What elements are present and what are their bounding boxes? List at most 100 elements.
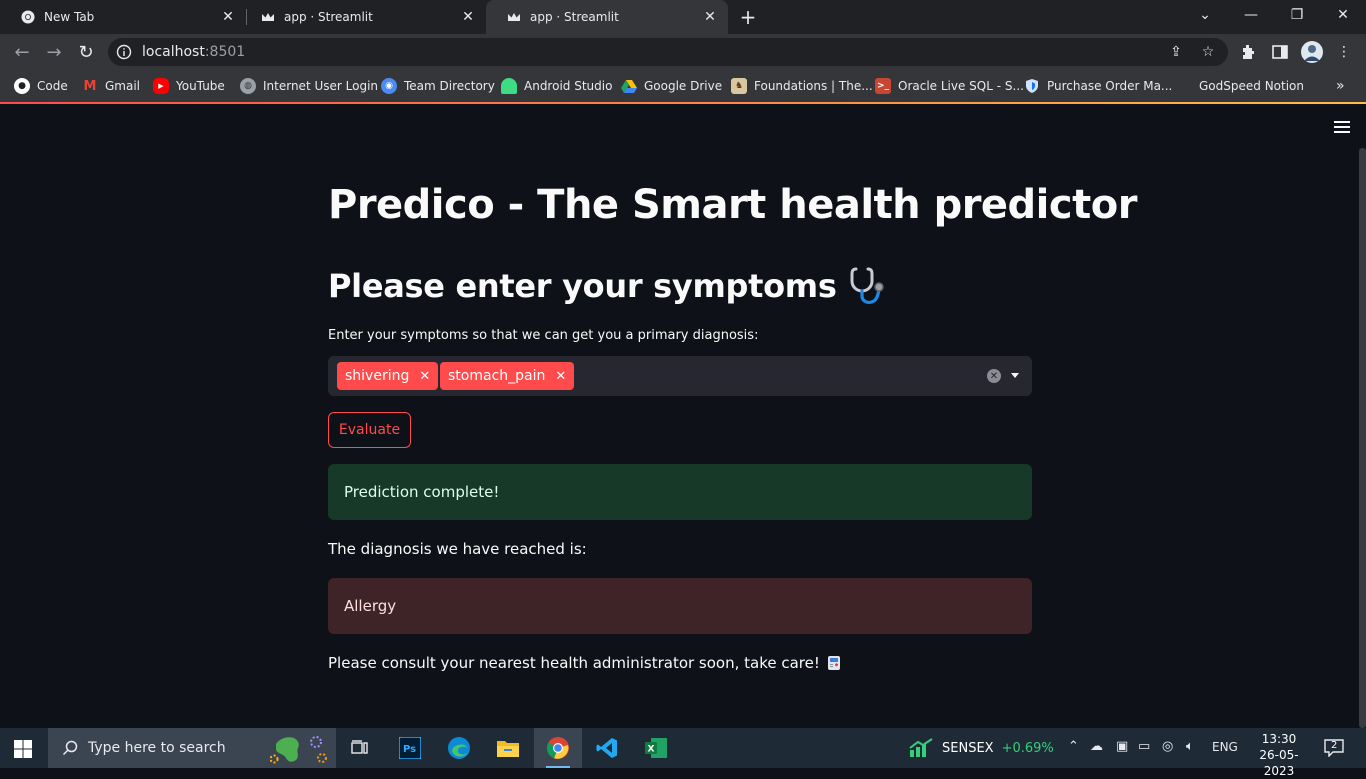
symptoms-heading-text: Please enter your symptoms <box>328 267 837 305</box>
clock-date: 26-05-2023 <box>1259 748 1299 778</box>
reload-button[interactable]: ↻ <box>72 38 100 66</box>
bookmark-team-directory[interactable]: ◉ Team Directory <box>381 76 495 96</box>
main-menu-icon[interactable] <box>1334 121 1350 135</box>
menu-kebab-icon[interactable]: ⋮ <box>1334 42 1354 62</box>
back-button[interactable]: ← <box>8 38 36 66</box>
diagnosis-intro-text: The diagnosis we have reached is: <box>328 540 587 558</box>
bookmark-android-studio[interactable]: Android Studio <box>501 76 612 96</box>
tab-title: New Tab <box>44 10 95 24</box>
bookmark-purchase-order[interactable]: Purchase Order Ma... <box>1024 76 1172 96</box>
bookmark-godspeed-notion[interactable]: GodSpeed Notion <box>1199 76 1304 96</box>
evaluate-button[interactable]: Evaluate <box>328 412 411 448</box>
tab-search-icon[interactable]: ⌄ <box>1182 0 1228 30</box>
battery-icon[interactable]: ▭ <box>1138 739 1150 754</box>
system-clock[interactable]: 13:30 26-05-2023 <box>1256 731 1302 779</box>
bookmark-youtube[interactable]: ▶ YouTube <box>153 76 225 96</box>
close-icon[interactable]: ✕ <box>218 7 238 27</box>
bookmark-label: Android Studio <box>524 79 613 93</box>
symptoms-heading: Please enter your symptoms <box>328 266 887 306</box>
bookmarks-overflow-icon[interactable]: » <box>1336 76 1345 96</box>
restore-button[interactable]: ❐ <box>1274 0 1320 30</box>
stock-ticker-widget[interactable]: SENSEX +0.69% <box>908 738 1054 758</box>
bookmark-label: Foundations | The... <box>754 79 873 93</box>
symptoms-multiselect[interactable]: shivering ✕ stomach_pain ✕ ✕ <box>328 356 1032 396</box>
bookmark-oracle-live-sql[interactable]: >_ Oracle Live SQL - S... <box>875 76 1024 96</box>
notification-count: 2 <box>1331 740 1338 751</box>
remove-chip-icon[interactable]: ✕ <box>419 369 430 384</box>
bookmark-star-icon[interactable]: ☆ <box>1198 42 1218 62</box>
profile-avatar[interactable] <box>1300 40 1324 64</box>
symptom-chip[interactable]: stomach_pain ✕ <box>440 362 575 390</box>
site-info-icon[interactable] <box>116 44 132 60</box>
crown-icon <box>506 9 522 25</box>
windows-start-icon[interactable] <box>14 740 32 758</box>
bookmark-label: Team Directory <box>404 79 495 93</box>
photoshop-icon[interactable]: Ps <box>386 728 434 768</box>
symptom-chip-label: stomach_pain <box>448 368 546 384</box>
android-icon <box>501 78 517 94</box>
svg-text:Ps: Ps <box>403 744 416 755</box>
tab-new-tab[interactable]: New Tab ✕ <box>0 0 246 34</box>
owl-icon: ♞ <box>731 78 747 94</box>
page-scrollbar[interactable] <box>1359 148 1366 728</box>
app-viewport: Predico - The Smart health predictor Ple… <box>0 104 1366 728</box>
people-icon: ◉ <box>381 78 397 94</box>
browser-toolbar: ← → ↻ localhost:8501 ⇪ ☆ ⋮ <box>0 34 1366 70</box>
volume-icon[interactable]: 🔈︎ <box>1186 739 1194 754</box>
bookmark-label: Gmail <box>105 79 141 93</box>
tab-streamlit-2[interactable]: app · Streamlit ✕ <box>486 0 728 34</box>
address-bar[interactable]: localhost:8501 ⇪ ☆ <box>108 38 1228 66</box>
bookmark-label: Purchase Order Ma... <box>1047 79 1173 93</box>
remove-chip-icon[interactable]: ✕ <box>555 369 566 384</box>
onedrive-icon[interactable]: ☁ <box>1090 739 1103 754</box>
taskbar-search-box[interactable]: Type here to search <box>48 728 336 768</box>
diagnosis-result-text: Allergy <box>344 597 397 615</box>
bookmark-label: Google Drive <box>644 79 723 93</box>
extensions-icon[interactable] <box>1238 42 1258 62</box>
share-icon[interactable]: ⇪ <box>1166 42 1186 62</box>
ticker-name: SENSEX <box>942 740 994 756</box>
side-panel-icon[interactable] <box>1270 42 1290 62</box>
bookmark-foundations[interactable]: ♞ Foundations | The... <box>731 76 873 96</box>
closing-message-text: Please consult your nearest health admin… <box>328 654 820 672</box>
bookmark-label: Code <box>37 79 68 93</box>
closing-message: Please consult your nearest health admin… <box>328 654 842 672</box>
youtube-icon: ▶ <box>153 78 169 94</box>
tab-streamlit-1[interactable]: app · Streamlit ✕ <box>240 0 486 34</box>
vscode-icon[interactable] <box>583 728 631 768</box>
search-icon <box>62 740 78 756</box>
symptom-chip-label: shivering <box>345 368 410 384</box>
network-icon[interactable]: ◎ <box>1162 739 1173 754</box>
symptom-chip[interactable]: shivering ✕ <box>337 362 439 390</box>
new-tab-button[interactable]: + <box>736 5 760 29</box>
bookmark-label: Internet User Login <box>263 79 379 93</box>
pill-icon <box>827 656 840 670</box>
meet-now-icon[interactable]: ▣ <box>1116 739 1128 754</box>
chevron-up-icon[interactable]: ⌃ <box>1068 739 1079 754</box>
task-view-icon[interactable] <box>336 728 384 768</box>
minimize-button[interactable]: — <box>1228 0 1274 30</box>
chrome-taskbar-icon[interactable] <box>534 728 582 768</box>
excel-icon[interactable]: X <box>632 728 680 768</box>
drive-icon <box>621 78 637 94</box>
bookmark-gmail[interactable]: M Gmail <box>82 76 140 96</box>
bookmark-internet-login[interactable]: ◍ Internet User Login <box>240 76 378 96</box>
bookmark-code[interactable]: ● Code <box>14 76 68 96</box>
edge-icon[interactable] <box>435 728 483 768</box>
symptoms-input-label: Enter your symptoms so that we can get y… <box>328 328 759 343</box>
windows-taskbar: Type here to search Ps X SENSEX +0.69% ⌃… <box>0 728 1366 778</box>
forward-button[interactable]: → <box>40 38 68 66</box>
ticker-change: +0.69% <box>1001 740 1054 756</box>
clear-all-icon[interactable]: ✕ <box>987 369 1001 383</box>
close-icon[interactable]: ✕ <box>458 7 478 27</box>
bookmark-google-drive[interactable]: Google Drive <box>621 76 722 96</box>
file-explorer-icon[interactable] <box>484 728 532 768</box>
language-indicator[interactable]: ENG <box>1212 740 1238 754</box>
github-icon: ● <box>14 78 30 94</box>
stethoscope-icon <box>850 267 884 304</box>
close-icon[interactable]: ✕ <box>700 7 720 27</box>
chevron-down-icon[interactable] <box>1011 373 1019 378</box>
success-alert: Prediction complete! <box>328 464 1032 520</box>
close-window-button[interactable]: ✕ <box>1320 0 1366 30</box>
notification-center-icon[interactable]: 2 <box>1324 739 1344 758</box>
